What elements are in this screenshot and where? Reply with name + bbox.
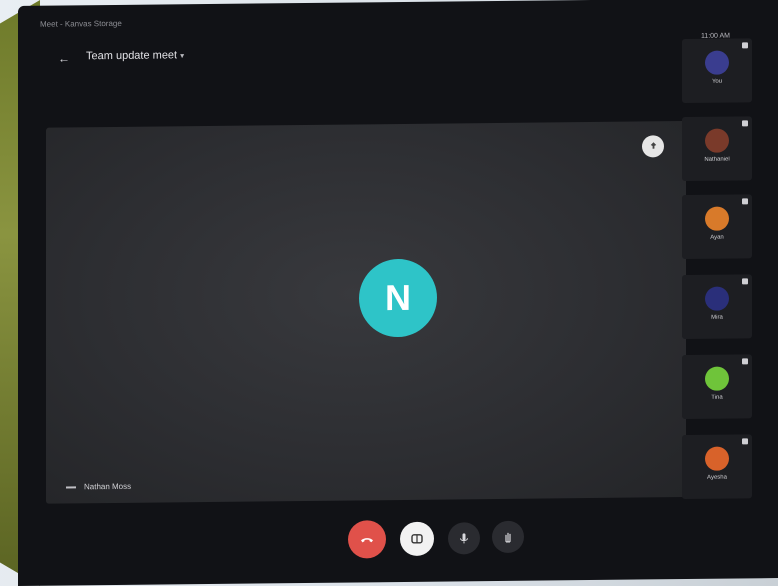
participant-tile[interactable]: You xyxy=(682,38,752,104)
pin-icon xyxy=(742,198,748,205)
meeting-window: Meet - Kanvas Storage 11:00 AM ← Team up… xyxy=(18,0,778,586)
window-title: Meet - Kanvas Storage xyxy=(40,18,122,29)
raise-hand-button[interactable] xyxy=(492,520,524,554)
end-call-button[interactable] xyxy=(348,520,386,559)
audio-level-icon xyxy=(66,486,76,489)
avatar xyxy=(705,50,729,75)
participant-tile-name: Ayan xyxy=(710,234,724,241)
meeting-title-text: Team update meet xyxy=(86,49,178,63)
microphone-icon xyxy=(460,533,468,544)
meeting-title[interactable]: Team update meet ▾ xyxy=(86,49,184,62)
participant-tile-name: Ayesha xyxy=(707,474,727,481)
avatar xyxy=(705,206,729,231)
participant-tile-name: Nathaniel xyxy=(704,156,730,163)
microphone-button[interactable] xyxy=(448,522,480,555)
avatar xyxy=(705,446,729,471)
participant-tile[interactable]: Tina xyxy=(682,354,752,420)
pin-icon xyxy=(650,141,656,149)
participant-tile[interactable]: Ayesha xyxy=(682,434,752,500)
pin-icon xyxy=(742,438,748,445)
back-arrow-icon[interactable]: ← xyxy=(58,51,70,65)
avatar xyxy=(705,128,729,153)
participant-tile-name: You xyxy=(711,78,723,85)
pin-icon xyxy=(742,278,748,285)
avatar: N xyxy=(359,258,437,338)
call-controls xyxy=(348,514,548,560)
phone-hangup-icon xyxy=(361,538,373,543)
pin-icon xyxy=(742,358,748,365)
participant-tile[interactable]: Mira xyxy=(682,274,752,340)
pin-icon xyxy=(742,42,748,49)
participant-tile[interactable]: Nathaniel xyxy=(682,116,752,182)
main-video-tile[interactable]: N Nathan Moss xyxy=(46,121,686,504)
avatar xyxy=(705,286,729,311)
hand-icon xyxy=(505,532,511,543)
pin-icon xyxy=(742,120,748,127)
participant-name: Nathan Moss xyxy=(84,481,132,492)
participant-sidebar: You Nathaniel Ayan Mira Tina Ayesha xyxy=(682,38,762,519)
chevron-down-icon: ▾ xyxy=(180,51,185,61)
pin-button[interactable] xyxy=(642,135,664,158)
participant-name-tag: Nathan Moss xyxy=(66,482,131,492)
captions-icon xyxy=(411,534,423,544)
avatar xyxy=(705,366,729,391)
participant-tile-name: Mira xyxy=(711,314,723,321)
captions-button[interactable] xyxy=(400,521,434,556)
participant-tile-name: Tina xyxy=(711,394,723,401)
participant-tile[interactable]: Ayan xyxy=(682,194,752,260)
